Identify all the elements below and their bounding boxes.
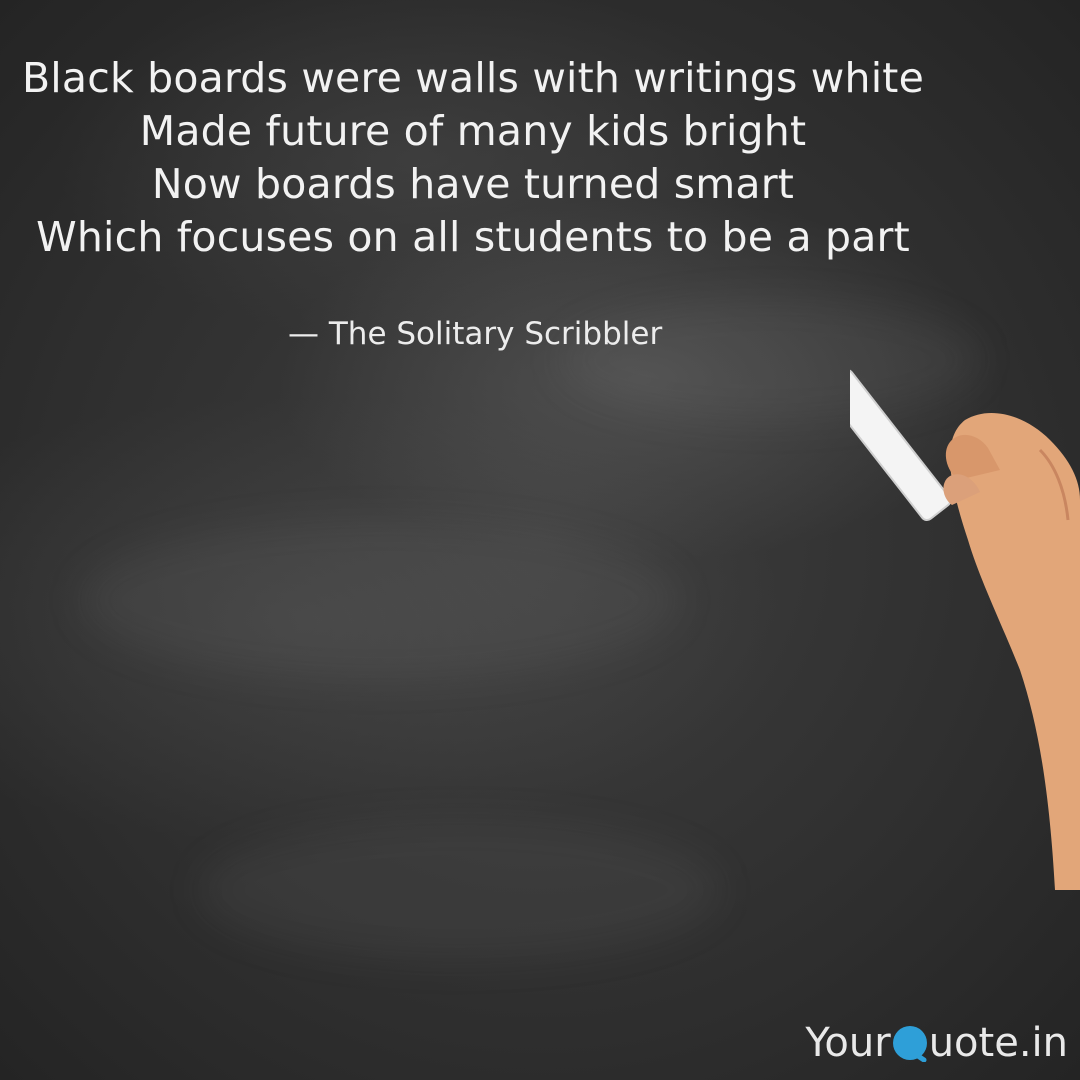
yourquote-logo[interactable]: Your uote.in xyxy=(805,1020,1068,1072)
brand-suffix: uote.in xyxy=(928,1020,1068,1066)
hand-holding-chalk-illustration xyxy=(822,330,1080,890)
chalk-smudge xyxy=(80,520,680,680)
chalk-smudge xyxy=(200,820,720,960)
quote-card: Black boards were walls with writings wh… xyxy=(0,0,1080,1080)
quote-line: Made future of many kids bright xyxy=(139,107,807,155)
chalk-icon xyxy=(822,368,952,522)
hand-icon xyxy=(943,412,1080,890)
quote-author: — The Solitary Scribbler xyxy=(288,316,663,352)
quote-line: Black boards were walls with writings wh… xyxy=(21,54,925,102)
brand-prefix: Your xyxy=(805,1020,891,1066)
quote-line: Which focuses on all students to be a pa… xyxy=(36,213,910,261)
quote-line: Now boards have turned smart xyxy=(151,160,795,208)
quote-text: Black boards were walls with writings wh… xyxy=(0,52,946,264)
quote-q-icon xyxy=(891,1024,929,1072)
